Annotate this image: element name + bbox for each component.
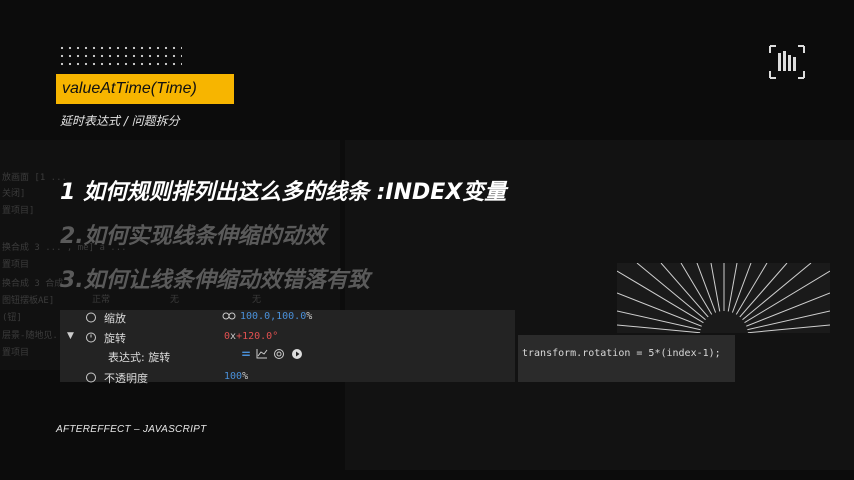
heading-1: 1 如何规则排列出这么多的线条 :INDEX变量	[60, 180, 507, 205]
scale-value-text: 100.0,100.0	[240, 311, 307, 322]
expand-triangle-icon[interactable]: ▼	[67, 331, 74, 341]
ghost-layer-5: 置项目	[2, 260, 30, 270]
brand-logo-icon	[769, 45, 805, 79]
scale-unit: %	[306, 311, 313, 322]
rotation-unit: °	[272, 331, 279, 342]
scale-label: 缩放	[104, 312, 126, 325]
language-menu-icon[interactable]	[291, 348, 303, 360]
rotation-value[interactable]: 0x+120.0°	[224, 331, 278, 342]
expression-code[interactable]: transform.rotation = 5*(index-1);	[522, 348, 721, 359]
ghost-layer-10: 置项目	[2, 348, 30, 358]
stopwatch-icon-scale[interactable]	[85, 311, 97, 323]
stopwatch-icon-opacity[interactable]	[85, 371, 97, 383]
stopwatch-icon-rotation[interactable]	[85, 331, 97, 343]
ghost-layer-1: 放画面 [1 ...	[2, 173, 67, 183]
heading-3: 3.如何让线条伸缩动效错落有致	[60, 268, 370, 293]
ghost-layer-9: 层景-随地见...	[2, 331, 69, 341]
link-icon[interactable]	[222, 311, 236, 321]
footer-caption: AFTEREFFECT – JAVASCRIPT	[56, 424, 207, 435]
ghost-layer-2: 关闭]	[2, 189, 26, 199]
graph-icon[interactable]	[256, 348, 268, 359]
expression-enable-icon[interactable]: =	[241, 347, 251, 361]
rotation-degrees: +120.0	[236, 331, 273, 342]
opacity-unit: %	[242, 371, 249, 382]
ghost-layer-3: 置项目]	[2, 206, 35, 216]
pick-whip-icon[interactable]	[273, 348, 285, 360]
heading-2: 2.如何实现线条伸缩的动效	[60, 224, 326, 249]
subtitle: 延时表达式 / 问题拆分	[60, 114, 180, 128]
expression-label: 表达式: 旋转	[108, 351, 171, 364]
opacity-label: 不透明度	[104, 372, 148, 385]
dot-grid-decoration	[58, 44, 182, 66]
opacity-value[interactable]: 100%	[224, 371, 248, 382]
rotation-label: 旋转	[104, 332, 126, 345]
ghost-layer-8: (钮]	[2, 313, 22, 323]
ghost-layer-7: 图钮摆板AE]	[2, 296, 55, 306]
scale-value[interactable]: 100.0,100.0%	[240, 311, 312, 322]
title-tag: valueAtTime(Time)	[56, 74, 234, 104]
opacity-value-text: 100	[224, 371, 243, 382]
radial-lines-preview	[617, 263, 830, 333]
ghost-layer-6: 换合成 3 合成	[2, 279, 64, 289]
